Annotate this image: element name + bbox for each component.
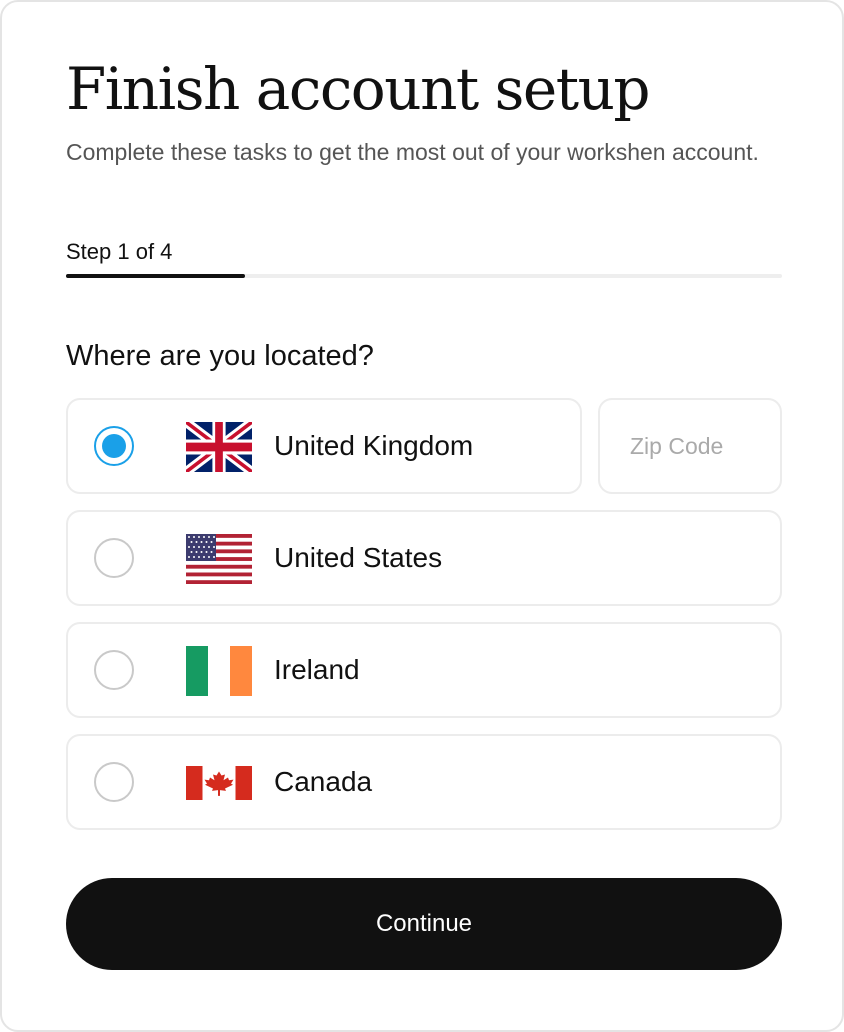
radio-button[interactable] (94, 650, 134, 690)
ireland-flag-icon (186, 646, 252, 696)
radio-button[interactable] (94, 538, 134, 578)
location-option-united-kingdom[interactable]: United Kingdom (66, 398, 582, 494)
progress-bar (66, 274, 782, 278)
canada-flag-icon (186, 766, 252, 800)
radio-dot (102, 434, 126, 458)
option-label: Canada (274, 766, 373, 797)
radio-button-selected[interactable] (94, 426, 134, 466)
location-option-united-states[interactable]: United States (66, 510, 782, 606)
progress-bar-fill (66, 274, 245, 278)
zip-code-input[interactable] (598, 398, 782, 494)
location-option-canada[interactable]: Canada (66, 734, 782, 830)
option-label: United States (274, 542, 443, 573)
setup-card: Finish account setup Complete these task… (0, 0, 844, 1032)
step-indicator: Step 1 of 4 (66, 239, 173, 264)
location-option-ireland[interactable]: Ireland (66, 622, 782, 718)
radio-button[interactable] (94, 762, 134, 802)
us-flag-icon (186, 534, 252, 584)
location-question: Where are you located? (66, 340, 374, 372)
option-label: Ireland (274, 654, 360, 685)
continue-button[interactable]: Continue (66, 878, 782, 970)
option-label: United Kingdom (274, 430, 474, 461)
uk-flag-icon (186, 422, 252, 472)
page-subtitle: Complete these tasks to get the most out… (66, 139, 759, 165)
page-title: Finish account setup (66, 55, 651, 123)
